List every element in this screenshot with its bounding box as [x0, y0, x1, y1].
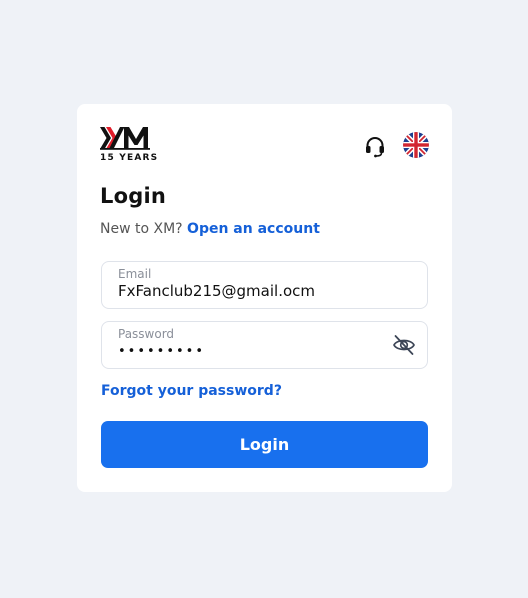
login-button[interactable]: Login [101, 421, 428, 468]
uk-flag-icon [403, 132, 429, 158]
open-account-link[interactable]: Open an account [187, 221, 320, 237]
email-input[interactable] [118, 282, 388, 300]
xm-logo-mark [100, 127, 150, 150]
email-field[interactable]: Email [101, 261, 428, 309]
eye-slash-icon [393, 335, 415, 355]
signup-prompt-text: New to XM? [100, 221, 183, 237]
toggle-password-visibility-button[interactable] [392, 334, 416, 356]
page-title: Login [100, 184, 166, 208]
password-input[interactable]: ••••••••• [118, 344, 388, 359]
xm-logo: 15 YEARS [100, 126, 157, 166]
support-button[interactable] [363, 134, 387, 158]
login-card: 15 YEARS Login New to XM? Open an accoun… [77, 104, 452, 492]
signup-prompt: New to XM? Open an account [100, 221, 320, 237]
language-selector[interactable] [403, 132, 429, 158]
password-label: Password [118, 327, 175, 341]
logo-tagline: 15 YEARS [100, 153, 159, 163]
headset-icon [366, 137, 384, 158]
password-field[interactable]: Password ••••••••• [101, 321, 428, 369]
forgot-password-link[interactable]: Forgot your password? [101, 383, 282, 399]
email-label: Email [118, 267, 152, 281]
